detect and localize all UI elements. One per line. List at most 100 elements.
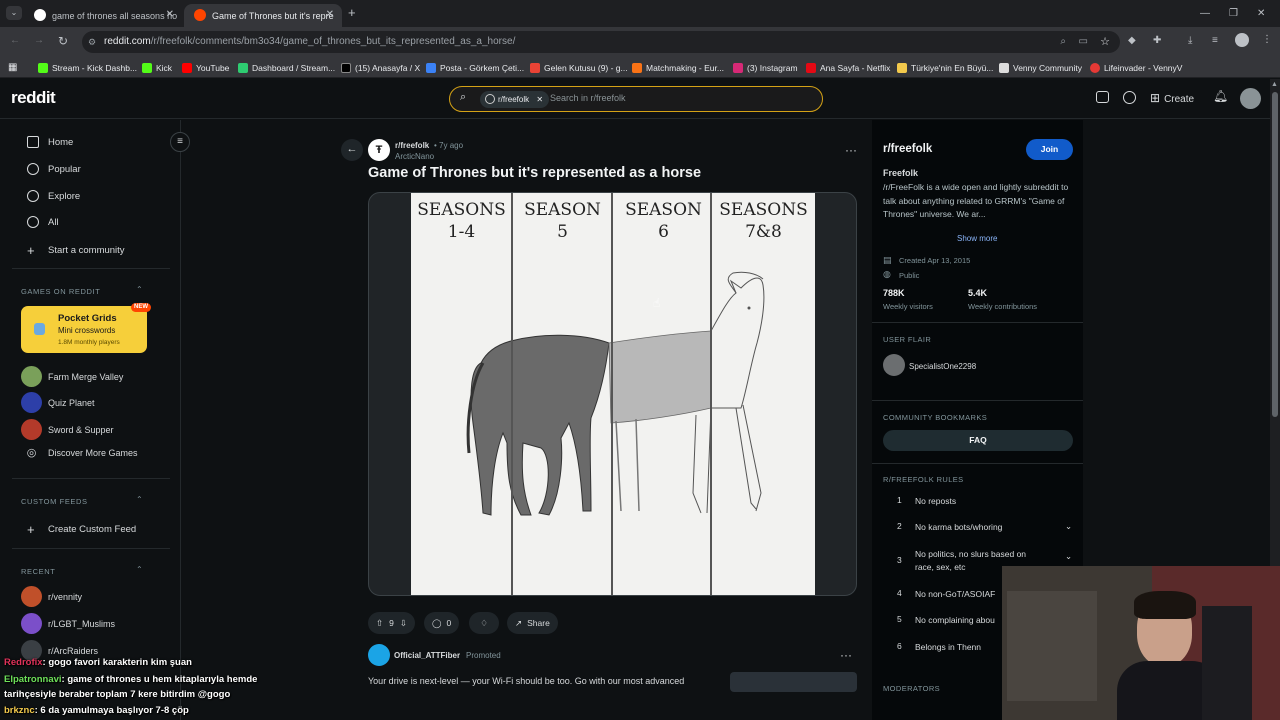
new-tab-icon[interactable]: +	[348, 5, 356, 20]
zoom-icon[interactable]: ⌕	[1060, 31, 1066, 53]
post-author[interactable]: ArcticNano	[395, 152, 434, 161]
moderators-heading: MODERATORS	[883, 684, 941, 693]
back-arrow-icon[interactable]: ←	[10, 35, 20, 46]
bookmark[interactable]: Posta - Görkem Çeti...	[426, 57, 524, 78]
upvote-icon[interactable]: ⇧	[376, 618, 383, 629]
close-window-icon[interactable]: ✕	[1257, 8, 1265, 19]
game-quiz-planet[interactable]: Quiz Planet	[21, 392, 95, 413]
search-input[interactable]: Search in r/freefolk	[550, 93, 626, 103]
nav-explore[interactable]: Explore	[27, 190, 80, 202]
chevron-down-icon[interactable]: ⌄	[1065, 551, 1072, 562]
flair-username[interactable]: SpecialistOne2298	[909, 362, 976, 371]
recent-vennity[interactable]: r/vennity	[21, 586, 82, 607]
recent-lgbt-muslims[interactable]: r/LGBT_Muslims	[21, 613, 115, 634]
discover-more-games[interactable]: ◎ Discover More Games	[21, 446, 138, 459]
scrollbar-thumb[interactable]	[1272, 92, 1278, 417]
streamer-hair	[1134, 591, 1196, 619]
bookmark[interactable]: Stream - Kick Dashb...	[38, 57, 137, 78]
flair-avatar[interactable]	[883, 354, 905, 376]
bookmark[interactable]: Venny Community	[999, 57, 1082, 78]
extension-icon[interactable]: ◆	[1128, 35, 1136, 46]
star-icon[interactable]: ☆	[1100, 31, 1110, 53]
chevron-up-icon[interactable]: ⌃	[136, 565, 143, 574]
menu-dots-icon[interactable]: ⋮	[1262, 34, 1272, 45]
chat-icon[interactable]	[1123, 91, 1136, 104]
url-field[interactable]: ⚙ reddit.com/r/freefolk/comments/bm3o34/…	[82, 31, 1120, 53]
plus-icon: +	[27, 243, 35, 258]
reload-icon[interactable]: ↻	[58, 34, 68, 48]
back-button[interactable]: ←	[341, 139, 363, 161]
chevron-up-icon[interactable]: ⌃	[136, 495, 143, 504]
promo-options-icon[interactable]: ···	[840, 648, 852, 662]
nav-popular[interactable]: Popular	[27, 163, 81, 175]
contributions-label: Weekly contributions	[968, 302, 1038, 311]
award-icon: ♢	[480, 617, 488, 628]
bookmark[interactable]: (15) Anasayfa / X	[341, 57, 420, 78]
bookmark[interactable]: Dashboard / Stream...	[238, 57, 335, 78]
reading-list-icon[interactable]: ≡	[1212, 35, 1218, 46]
forward-arrow-icon[interactable]: →	[34, 35, 44, 46]
community-name[interactable]: r/freefolk	[883, 143, 932, 155]
share-button[interactable]: ↗ Share	[507, 612, 558, 634]
create-custom-feed[interactable]: + Create Custom Feed	[27, 522, 136, 537]
maximize-icon[interactable]: ❐	[1229, 8, 1238, 19]
bookmark[interactable]: Matchmaking - Eur...	[632, 57, 724, 78]
close-tab-icon[interactable]: ✕	[326, 9, 334, 20]
apps-grid-icon[interactable]: ▦	[8, 57, 17, 78]
post-options-icon[interactable]: ···	[845, 143, 857, 157]
notification-bell-icon[interactable]: 🔔︎	[1213, 89, 1228, 103]
show-more-button[interactable]: Show more	[957, 234, 997, 243]
tab-reddit-post[interactable]: Game of Thrones but it's repre ✕	[184, 4, 342, 27]
promoted-tag: Promoted	[466, 651, 501, 660]
reddit-logo[interactable]: reddit	[11, 88, 56, 108]
chevron-up-icon[interactable]: ⌃	[136, 285, 143, 294]
bookmark[interactable]: Ana Sayfa - Netflix	[806, 57, 890, 78]
subreddit-link[interactable]: r/freefolk	[395, 141, 429, 150]
download-icon[interactable]: ⤓	[1188, 35, 1192, 46]
profile-avatar-icon[interactable]	[1235, 33, 1249, 47]
game-farm-merge-valley[interactable]: Farm Merge Valley	[21, 366, 123, 387]
search-subreddit-chip[interactable]: r/freefolk ✕	[480, 91, 550, 108]
bookmark[interactable]: (3) Instagram	[733, 57, 798, 78]
subreddit-avatar[interactable]: Ŧ	[368, 139, 390, 161]
pocket-grids-card[interactable]: Pocket Grids Mini crosswords 1.8M monthl…	[21, 303, 151, 353]
create-button[interactable]: ⊞ Create	[1150, 91, 1194, 105]
tab-search-icon[interactable]: ⌄	[6, 6, 22, 20]
faq-button[interactable]: FAQ	[883, 430, 1073, 451]
site-info-icon[interactable]: ⚙	[88, 31, 96, 53]
advertiser-name[interactable]: Official_ATTFiber	[394, 651, 460, 660]
bookmark[interactable]: Lifeinvader - VennyV	[1090, 57, 1182, 78]
minimize-icon[interactable]: —	[1200, 8, 1210, 19]
nav-all[interactable]: All	[27, 216, 59, 228]
remove-chip-icon[interactable]: ✕	[536, 95, 543, 104]
chair	[1202, 606, 1252, 720]
search-bar[interactable]: ⌕ r/freefolk ✕ Search in r/freefolk	[449, 86, 823, 112]
game-sword-supper[interactable]: Sword & Supper	[21, 419, 114, 440]
bookmark[interactable]: Türkiye'nin En Büyü...	[897, 57, 993, 78]
recent-heading[interactable]: RECENT	[21, 567, 55, 576]
bookmark[interactable]: YouTube	[182, 57, 229, 78]
join-button[interactable]: Join	[1026, 139, 1073, 160]
extensions-puzzle-icon[interactable]: ✚	[1153, 35, 1161, 46]
scroll-up-icon[interactable]: ▲	[1271, 81, 1278, 88]
user-avatar[interactable]	[1240, 88, 1261, 109]
bookmark[interactable]: Gelen Kutusu (9) - g...	[530, 57, 628, 78]
games-heading[interactable]: GAMES ON REDDIT	[21, 287, 100, 296]
comments-button[interactable]: ◯ 0	[424, 612, 460, 634]
chevron-down-icon[interactable]: ⌄	[1065, 521, 1072, 532]
install-icon[interactable]: ▭	[1079, 31, 1088, 53]
post-image-container[interactable]: SEASONS 1-4 SEASON 5 SEASON 6 SEASONS 7&…	[368, 192, 857, 596]
downvote-icon[interactable]: ⇩	[400, 618, 407, 629]
custom-feeds-heading[interactable]: CUSTOM FEEDS	[21, 497, 88, 506]
bookmark[interactable]: Kick	[142, 57, 172, 78]
award-button[interactable]: ♢	[469, 612, 499, 634]
chat-username: Elpatronnavi	[4, 674, 62, 685]
collapse-sidebar-icon[interactable]: ≡	[170, 132, 190, 152]
tab-google-search[interactable]: game of thrones all seasons ho ✕	[24, 4, 182, 27]
nav-home[interactable]: Home	[27, 136, 73, 148]
close-tab-icon[interactable]: ✕	[166, 9, 174, 20]
att-fiber-ad-thumbnail[interactable]	[730, 672, 857, 692]
advertise-icon[interactable]	[1096, 91, 1109, 103]
nav-start-community[interactable]: + Start a community	[27, 243, 125, 258]
advertiser-avatar[interactable]	[368, 644, 390, 666]
